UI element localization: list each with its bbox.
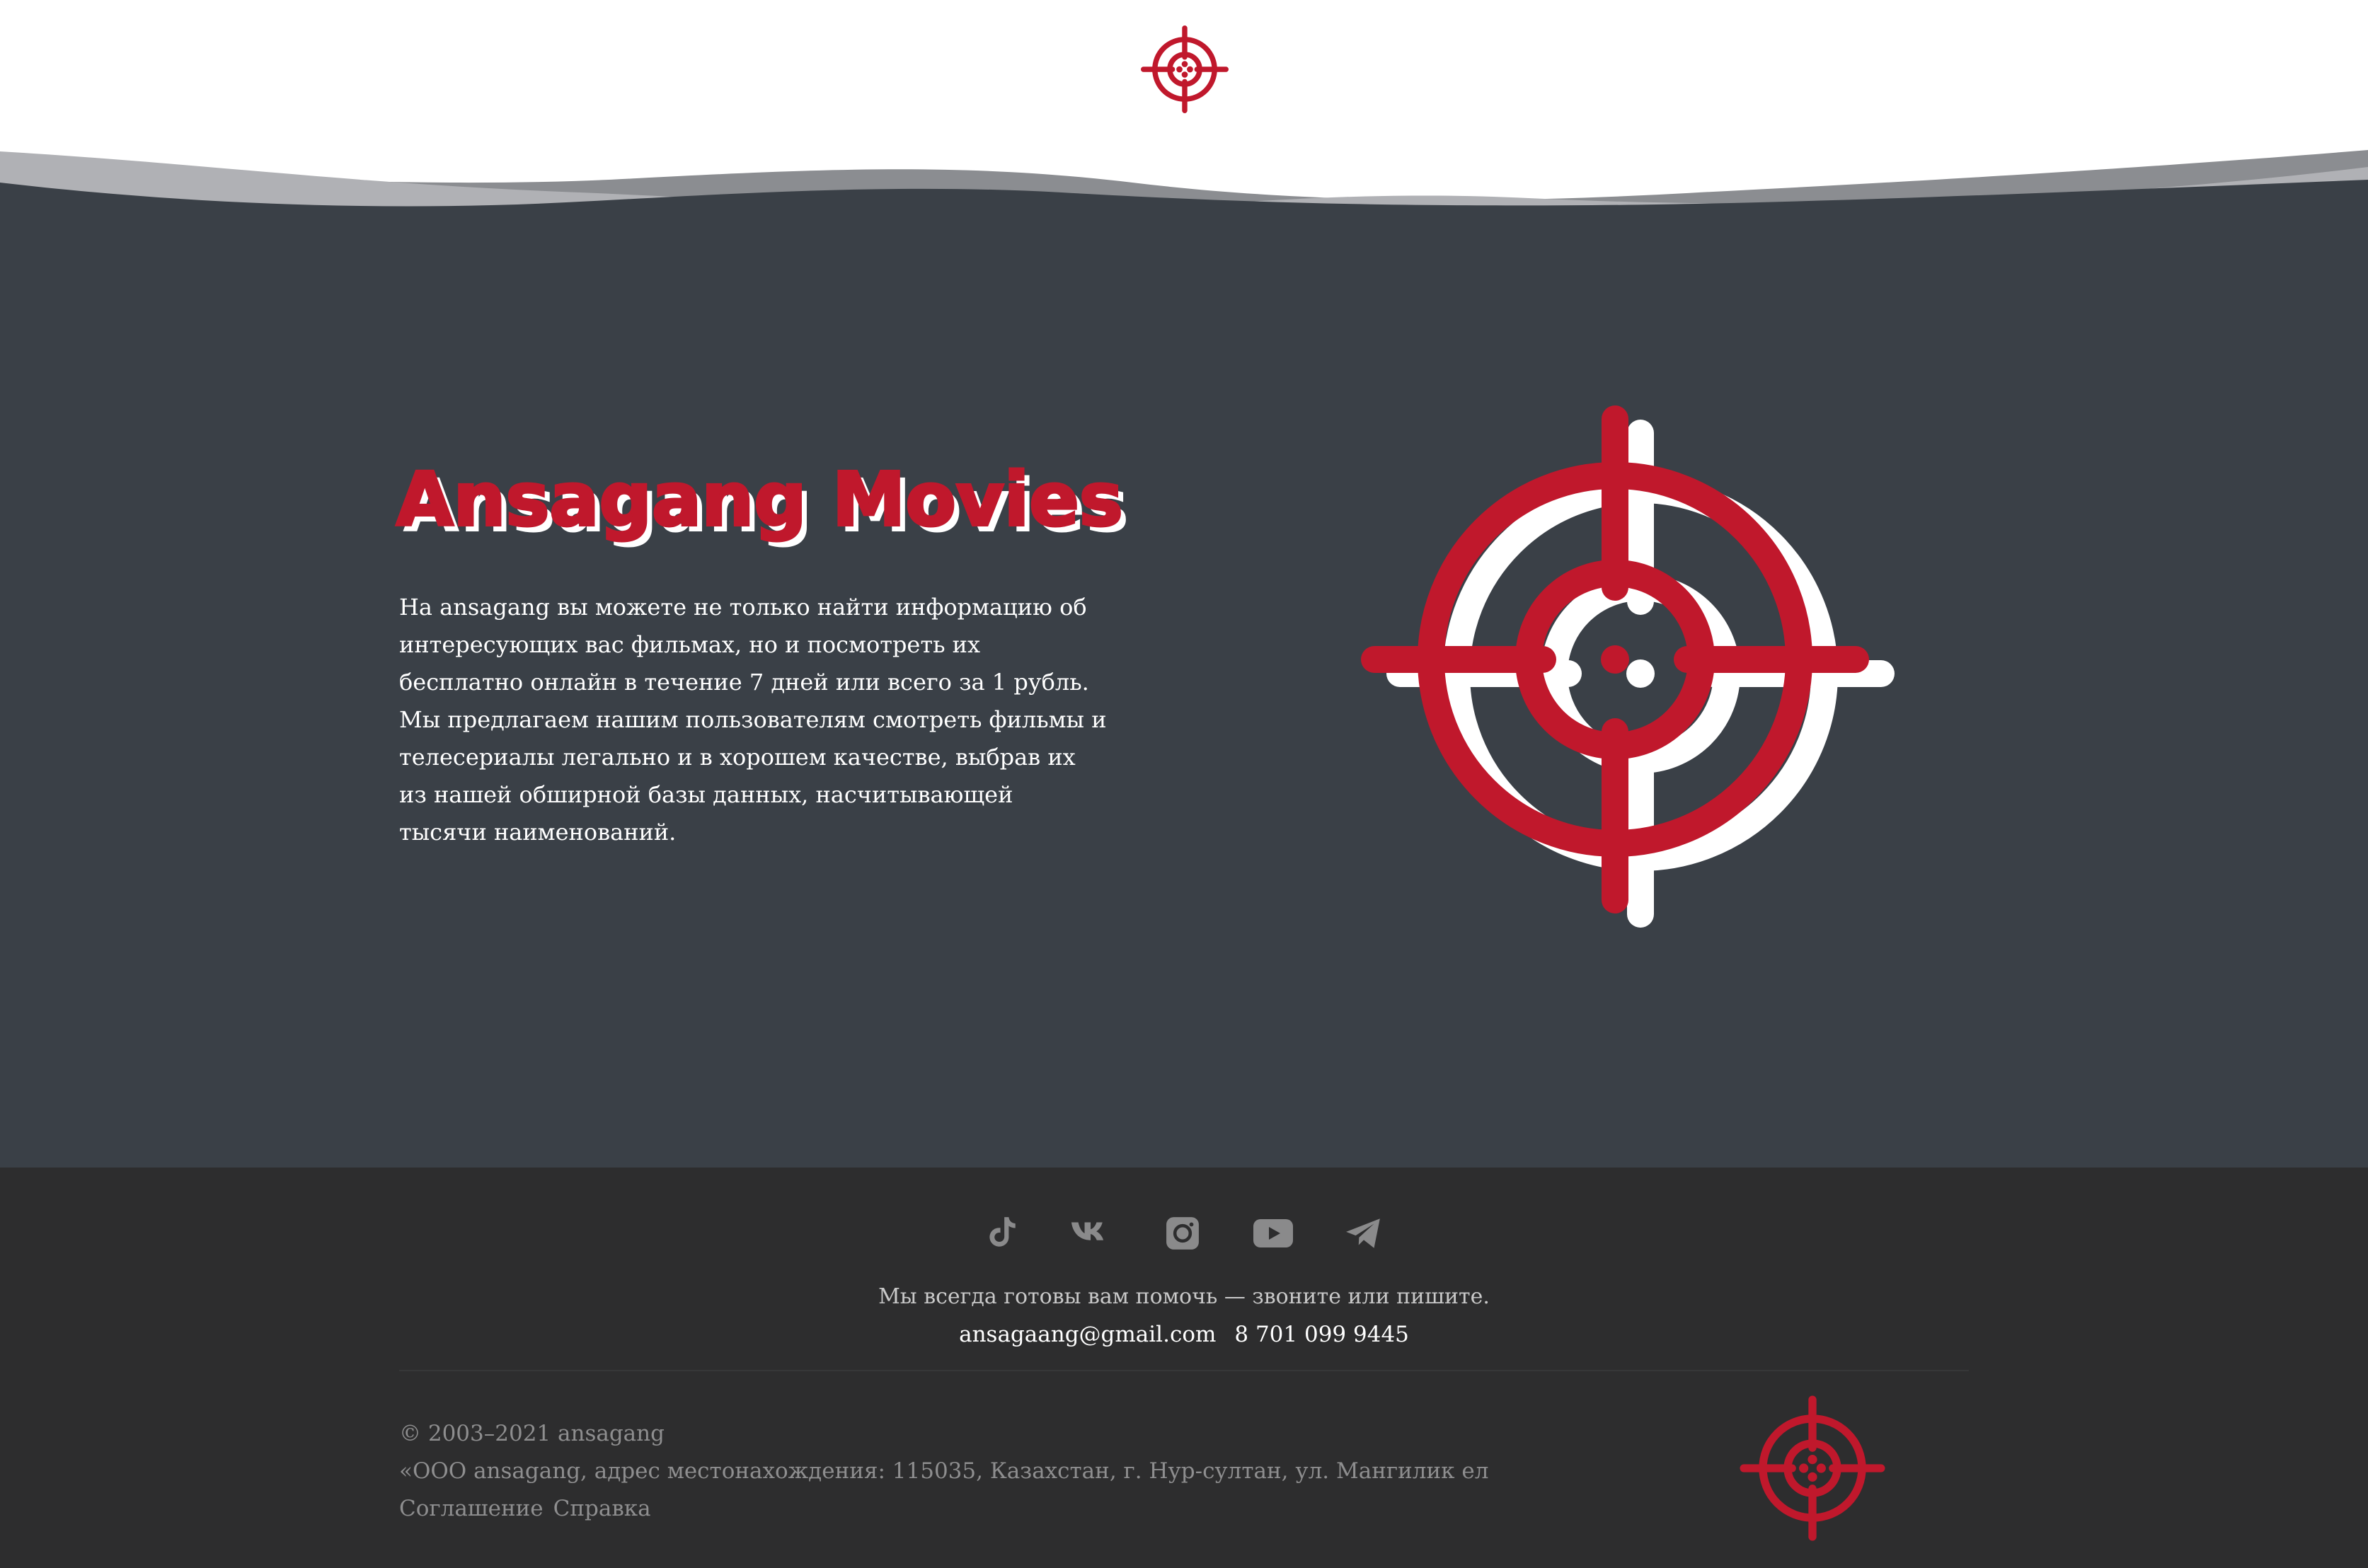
instagram-icon[interactable] [1161, 1211, 1205, 1255]
hero-description: На ansagang вы можете не только найти ин… [399, 594, 1107, 846]
legal-links: Соглашение Справка [399, 1490, 1488, 1528]
youtube-icon[interactable] [1251, 1211, 1295, 1255]
social-links [979, 1211, 1386, 1255]
footer-divider [399, 1370, 1969, 1371]
help-link[interactable]: Справка [553, 1496, 651, 1521]
crosshair-icon [1361, 405, 1895, 928]
phone-link[interactable]: 8 701 099 9445 [1234, 1322, 1409, 1347]
help-text: Мы всегда готовы вам помочь — звоните ил… [878, 1284, 1490, 1309]
email-link[interactable]: ansagaang@gmail.com [959, 1322, 1216, 1347]
hero-title: Ansagang Movies [395, 455, 1125, 544]
agreement-link[interactable]: Соглашение [399, 1496, 544, 1521]
site-footer: Мы всегда готовы вам помочь — звоните ил… [0, 1168, 2368, 1568]
crosshair-icon[interactable] [1141, 25, 1229, 113]
legal-info: © 2003–2021 ansagang «ООО ansagang, адре… [399, 1415, 1488, 1528]
telegram-icon[interactable] [1342, 1211, 1386, 1255]
site-header [0, 0, 2368, 226]
tiktok-icon[interactable] [979, 1211, 1023, 1255]
contact-info: ansagaang@gmail.com 8 701 099 9445 [0, 1322, 2368, 1347]
crosshair-icon[interactable] [1740, 1395, 1885, 1541]
hero-section: Ansagang Movies На ansagang вы можете не… [0, 226, 2368, 1168]
copyright-text: © 2003–2021 ansagang [399, 1421, 665, 1446]
vk-icon[interactable] [1070, 1211, 1114, 1255]
address-text: «ООО ansagang, адрес местонахождения: 11… [399, 1458, 1489, 1484]
